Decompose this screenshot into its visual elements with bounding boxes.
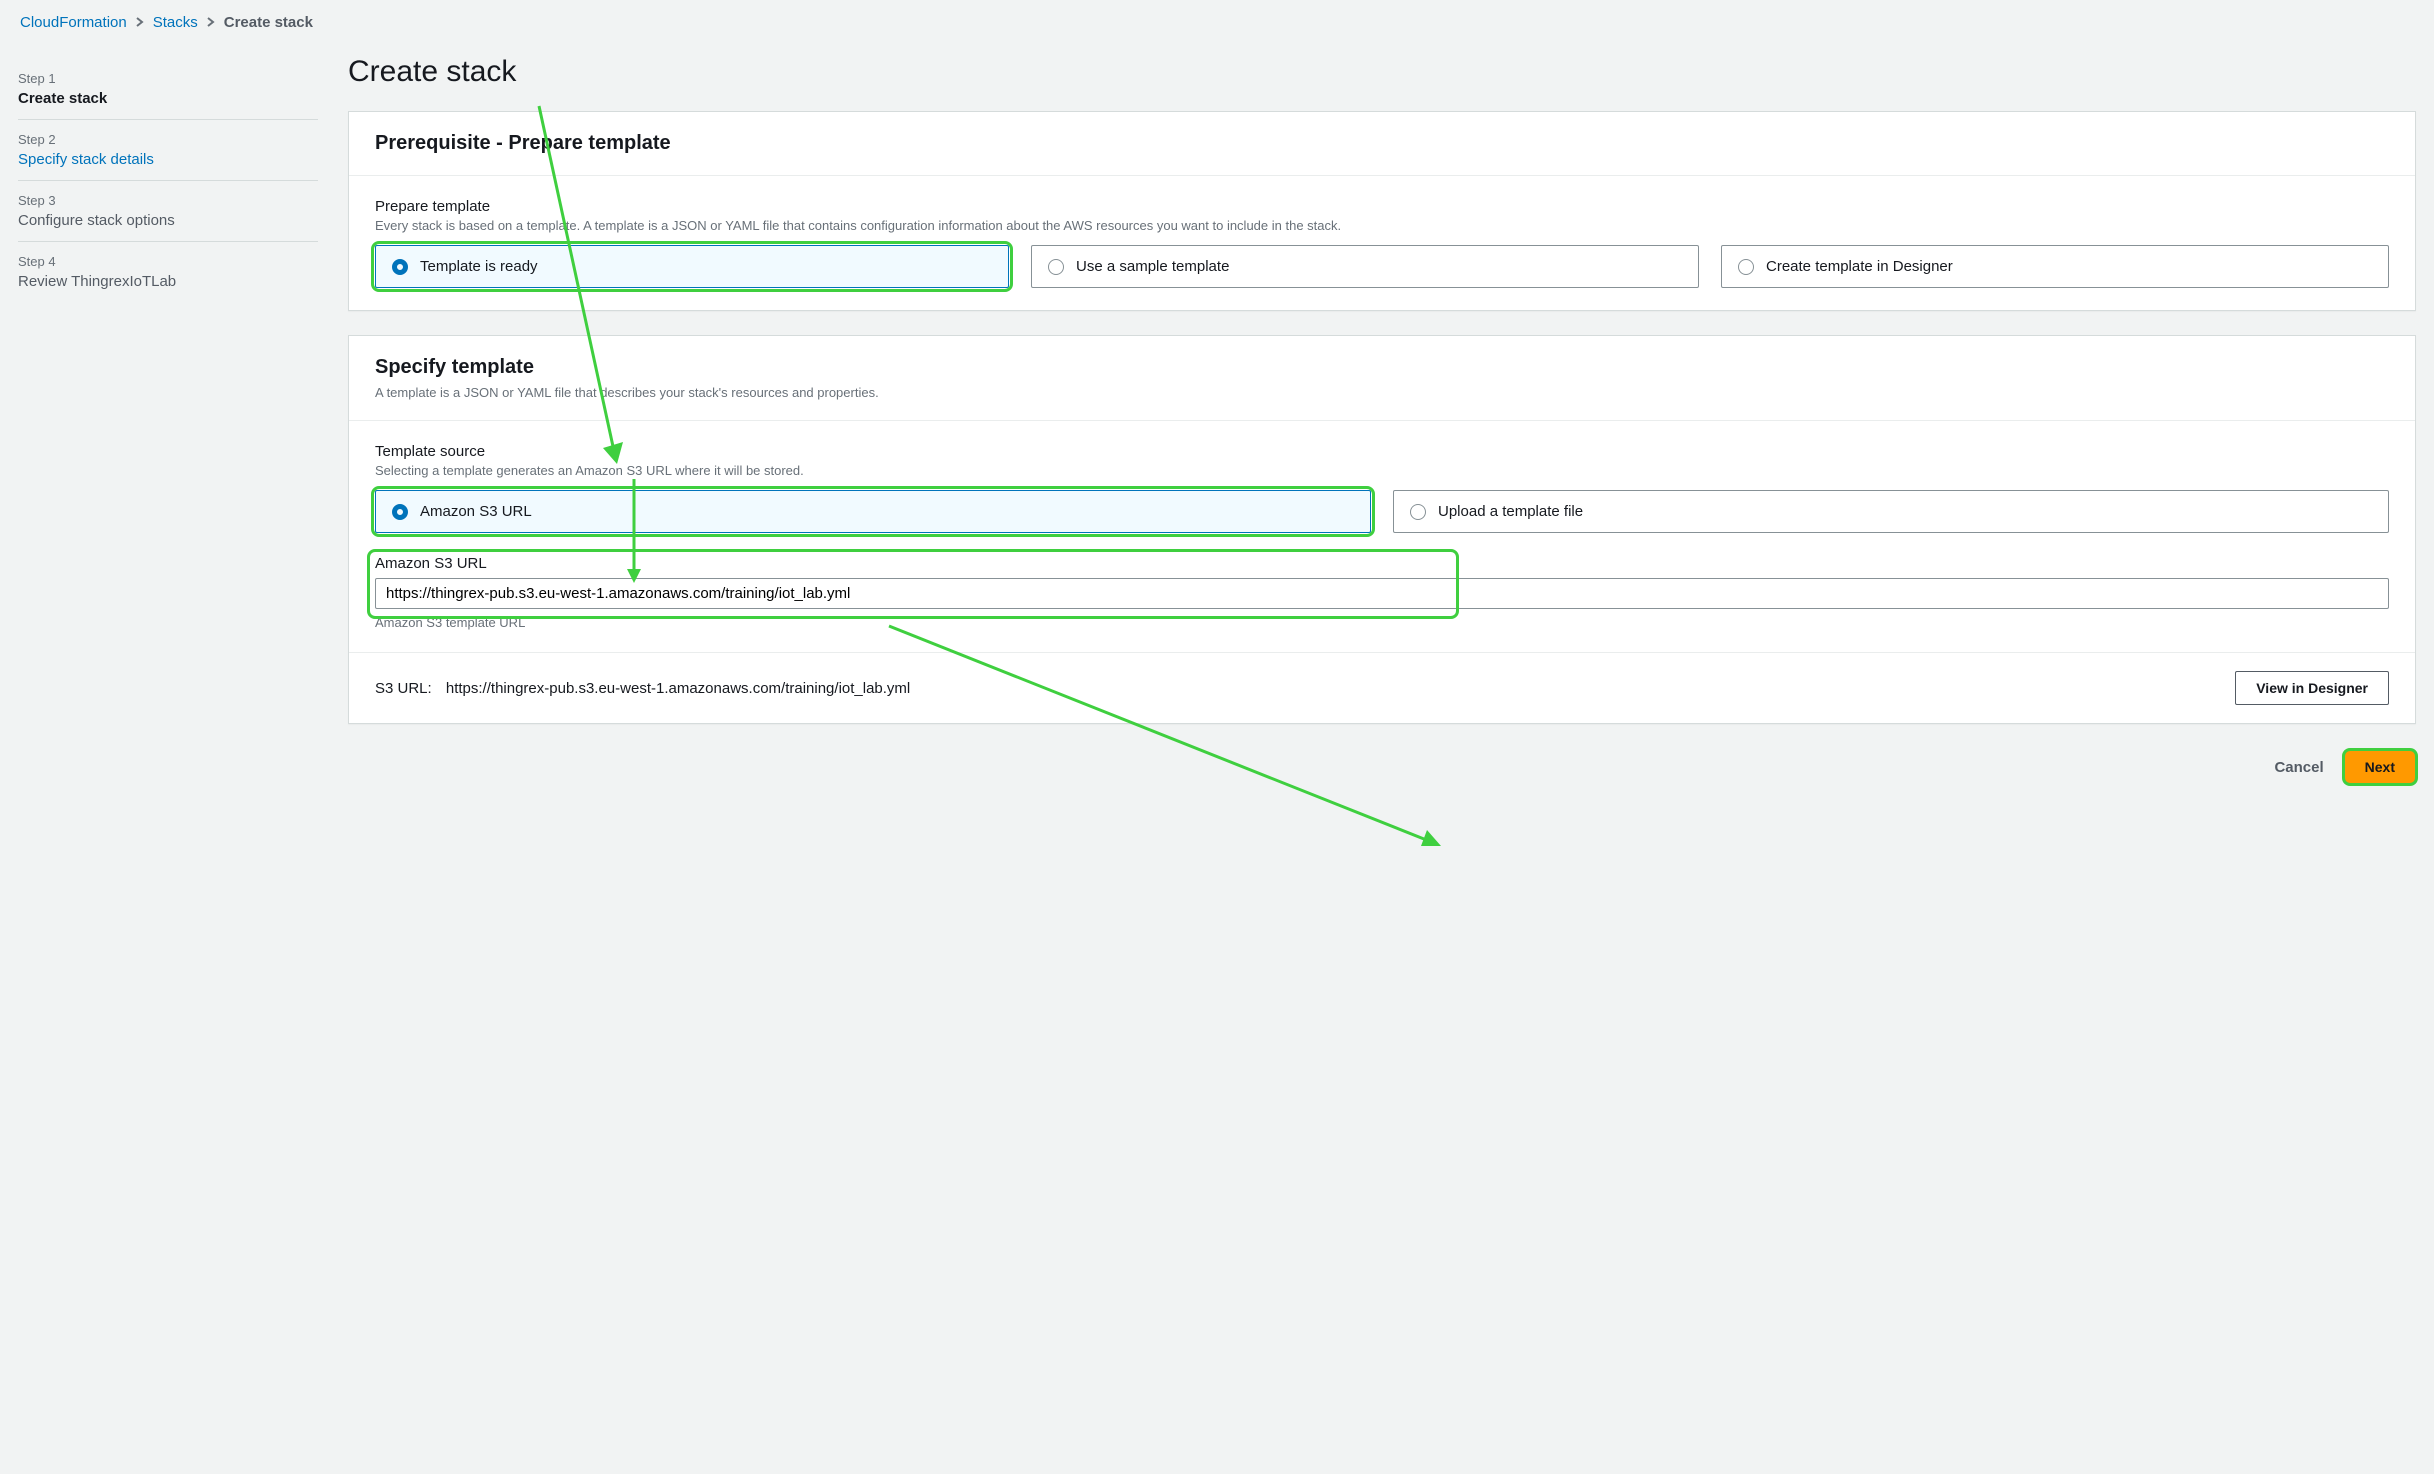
- view-in-designer-button[interactable]: View in Designer: [2235, 671, 2389, 705]
- panel-heading: Prerequisite - Prepare template: [375, 132, 2389, 155]
- radio-icon: [1738, 259, 1754, 275]
- panel-prerequisite: Prerequisite - Prepare template Prepare …: [348, 111, 2416, 311]
- wizard-step-label: Step 3: [18, 193, 318, 208]
- wizard-step-label: Step 4: [18, 254, 318, 269]
- wizard-step-label: Step 2: [18, 132, 318, 147]
- wizard-step-label: Step 1: [18, 71, 318, 86]
- wizard-step-title: Create stack: [18, 90, 318, 107]
- s3-url-display: S3 URL: https://thingrex-pub.s3.eu-west-…: [375, 680, 2217, 697]
- radio-label: Upload a template file: [1438, 503, 1583, 520]
- wizard-step-title: Configure stack options: [18, 212, 318, 229]
- page-title: Create stack: [348, 55, 2416, 89]
- radio-label: Use a sample template: [1076, 258, 1229, 275]
- breadcrumb-link-stacks[interactable]: Stacks: [153, 14, 198, 31]
- s3-url-display-value: https://thingrex-pub.s3.eu-west-1.amazon…: [446, 680, 910, 697]
- radio-icon: [392, 504, 408, 520]
- prepare-template-help: Every stack is based on a template. A te…: [375, 218, 2389, 233]
- breadcrumb-current: Create stack: [224, 14, 313, 31]
- wizard-actions: Cancel Next: [348, 750, 2416, 784]
- template-source-help: Selecting a template generates an Amazon…: [375, 463, 2389, 478]
- radio-icon: [392, 259, 408, 275]
- wizard-step-1: Step 1 Create stack: [18, 59, 318, 120]
- wizard-step-3: Step 3 Configure stack options: [18, 181, 318, 242]
- main-content: Create stack Prerequisite - Prepare temp…: [348, 45, 2416, 784]
- wizard-steps: Step 1 Create stack Step 2 Specify stack…: [18, 45, 318, 784]
- prepare-template-label: Prepare template: [375, 198, 2389, 215]
- radio-label: Amazon S3 URL: [420, 503, 532, 520]
- radio-template-ready[interactable]: Template is ready: [375, 245, 1009, 288]
- breadcrumb: CloudFormation Stacks Create stack: [0, 0, 2434, 45]
- radio-label: Create template in Designer: [1766, 258, 1953, 275]
- panel-specify-template: Specify template A template is a JSON or…: [348, 335, 2416, 724]
- wizard-step-title: Review ThingrexIoTLab: [18, 273, 318, 290]
- s3-url-caption: Amazon S3 template URL: [375, 615, 2389, 630]
- panel-heading: Specify template: [375, 356, 2389, 379]
- radio-upload-file[interactable]: Upload a template file: [1393, 490, 2389, 533]
- next-button[interactable]: Next: [2344, 750, 2416, 784]
- breadcrumb-link-cloudformation[interactable]: CloudFormation: [20, 14, 127, 31]
- chevron-right-icon: [206, 14, 216, 31]
- radio-icon: [1410, 504, 1426, 520]
- radio-icon: [1048, 259, 1064, 275]
- radio-sample-template[interactable]: Use a sample template: [1031, 245, 1699, 288]
- chevron-right-icon: [135, 14, 145, 31]
- radio-label: Template is ready: [420, 258, 538, 275]
- radio-s3-url[interactable]: Amazon S3 URL: [375, 490, 1371, 533]
- radio-create-designer[interactable]: Create template in Designer: [1721, 245, 2389, 288]
- template-source-label: Template source: [375, 443, 2389, 460]
- cancel-button[interactable]: Cancel: [2274, 759, 2323, 776]
- wizard-step-2[interactable]: Step 2 Specify stack details: [18, 120, 318, 181]
- s3-url-display-label: S3 URL:: [375, 680, 432, 697]
- wizard-step-4: Step 4 Review ThingrexIoTLab: [18, 242, 318, 302]
- wizard-step-link[interactable]: Specify stack details: [18, 151, 154, 168]
- panel-subheading: A template is a JSON or YAML file that d…: [375, 385, 2389, 400]
